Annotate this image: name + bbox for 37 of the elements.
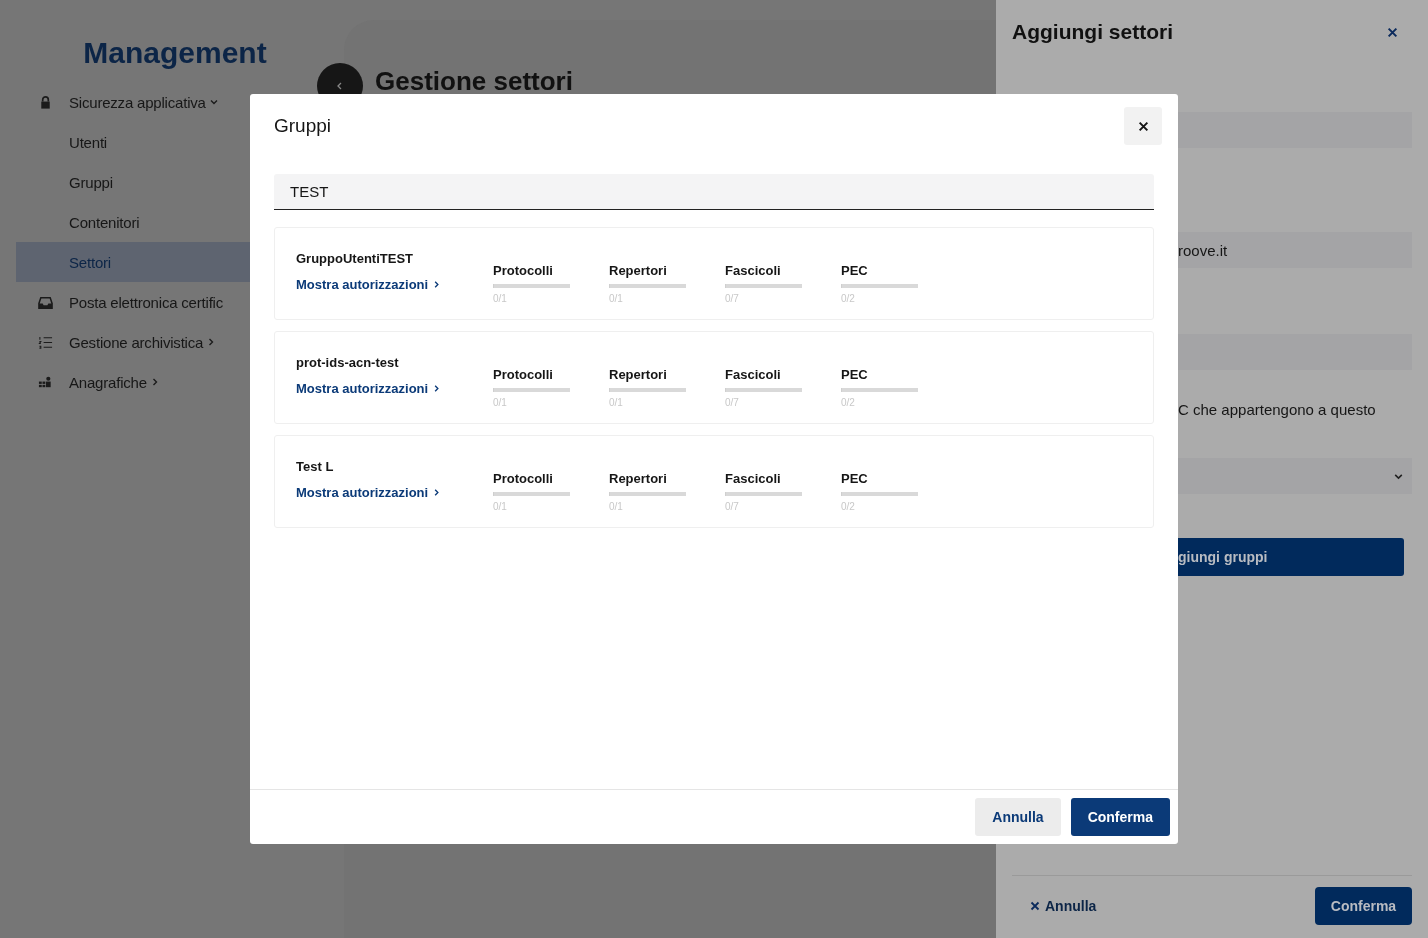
chevron-right-icon: [432, 280, 442, 289]
stat-label: Protocolli: [493, 263, 554, 278]
stat-label: Protocolli: [493, 471, 554, 486]
stat-label: PEC: [841, 263, 869, 278]
search-field[interactable]: TEST: [274, 174, 1154, 210]
show-permissions-link[interactable]: Mostra autorizzazioni: [296, 485, 442, 500]
stat-label: Repertori: [609, 367, 668, 382]
stat-label: PEC: [841, 367, 869, 382]
stat-label: Repertori: [609, 471, 668, 486]
lock-icon: [38, 94, 53, 110]
close-button[interactable]: [1124, 107, 1162, 145]
show-permissions-link[interactable]: Mostra autorizzazioni: [296, 381, 442, 396]
chevron-right-icon: [432, 488, 442, 497]
drawer-title: Aggiungi settori: [1012, 20, 1173, 44]
stat-label: Fascicoli: [725, 263, 782, 278]
description-text: C che appartengono a questo: [1177, 401, 1376, 418]
stat-label: Fascicoli: [725, 367, 782, 382]
confirm-button[interactable]: Conferma: [1315, 887, 1412, 925]
stat-label: Repertori: [609, 263, 668, 278]
dialog-title: Gruppi: [274, 115, 332, 137]
close-icon: [1137, 120, 1149, 132]
stat-label: PEC: [841, 471, 869, 486]
group-name: Test L: [296, 459, 335, 474]
inbox-icon: [38, 294, 53, 310]
group-name: prot-ids-acn-test: [296, 355, 400, 370]
confirm-button[interactable]: Conferma: [1070, 798, 1170, 836]
stat-label: Protocolli: [493, 367, 554, 382]
cancel-button[interactable]: Annulla: [1030, 898, 1097, 914]
numbered-list-icon: [38, 334, 53, 350]
cancel-button[interactable]: Annulla: [975, 798, 1061, 836]
close-icon[interactable]: [1387, 26, 1398, 38]
chevron-right-icon: [432, 384, 442, 393]
close-icon: [1030, 901, 1040, 911]
stat-label: Fascicoli: [725, 471, 782, 486]
people-icon: [38, 374, 53, 390]
page-title: Gestione settori: [375, 67, 573, 95]
sidebar-title: Management: [82, 36, 268, 70]
